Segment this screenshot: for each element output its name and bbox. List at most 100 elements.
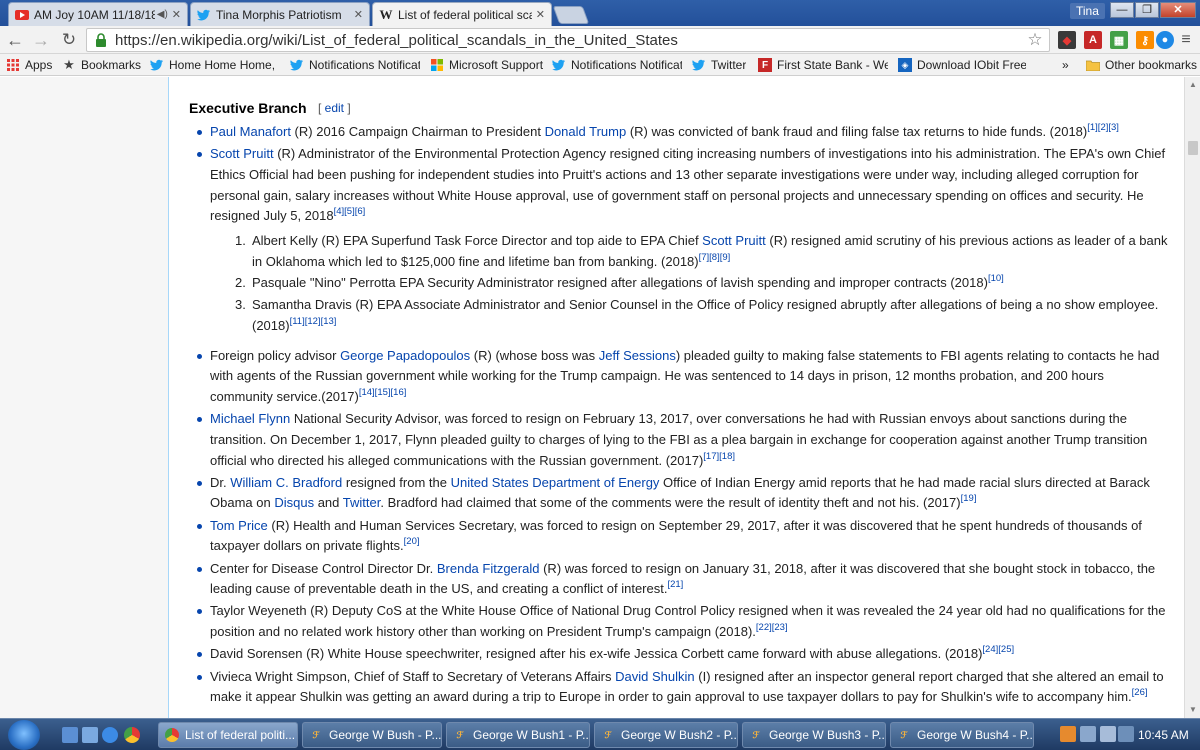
link-david-shulkin[interactable]: David Shulkin (615, 669, 695, 684)
back-arrow-icon[interactable]: ← (4, 30, 26, 50)
link-scott-pruitt[interactable]: Scott Pruitt (210, 146, 274, 161)
tab-wikipedia[interactable]: W List of federal political sca ✕ (372, 2, 552, 26)
link-paul-manafort[interactable]: Paul Manafort (210, 124, 291, 139)
link-donald-trump[interactable]: Donald Trump (545, 124, 627, 139)
taskbar-item-photoshop-5[interactable]: ℱ George W Bush4 - P... (890, 722, 1034, 748)
citation[interactable]: [22][23] (756, 622, 788, 633)
taskbar-item-photoshop-2[interactable]: ℱ George W Bush1 - P... (446, 722, 590, 748)
citation[interactable]: [7][8][9] (699, 252, 731, 263)
bookmark-label: » (1062, 58, 1069, 72)
tray-speaker-icon[interactable] (1100, 726, 1116, 742)
link-twitter[interactable]: Twitter (343, 495, 381, 510)
taskbar-item-label: List of federal politi... (185, 728, 296, 742)
folder-icon (1086, 58, 1100, 72)
start-button[interactable] (8, 720, 40, 750)
link-michael-flynn[interactable]: Michael Flynn (210, 411, 290, 426)
page-viewport: Executive Branch [ edit ] Paul Manafort … (0, 77, 1184, 718)
list-item: Center for Disease Control Director Dr. … (189, 559, 1169, 600)
link-tom-price[interactable]: Tom Price (210, 518, 268, 533)
citation[interactable]: [10] (988, 273, 1004, 284)
citation[interactable]: [21] (667, 579, 683, 590)
link-disqus[interactable]: Disqus (274, 495, 314, 510)
microsoft-icon (430, 58, 444, 72)
citation[interactable]: [26] (1132, 687, 1148, 698)
tab-am-joy[interactable]: AM Joy 10AM 11/18/18 ◀) ✕ (8, 2, 188, 26)
link-brenda-fitzgerald[interactable]: Brenda Fitzgerald (437, 561, 540, 576)
bookmark-microsoft-support[interactable]: Microsoft Support (430, 57, 543, 73)
bookmark-home[interactable]: Home Home Home, c (150, 57, 278, 73)
robot-extension-icon[interactable]: ● (1156, 31, 1174, 49)
profile-name[interactable]: Tina (1070, 3, 1105, 19)
photoshop-icon: ℱ (312, 729, 320, 740)
reload-icon[interactable]: ↻ (58, 30, 80, 50)
ublock-extension-icon[interactable]: ◆ (1058, 31, 1076, 49)
url-input[interactable] (115, 31, 1025, 49)
address-bar[interactable]: ☆ (86, 28, 1050, 52)
bookmark-notifications-2[interactable]: Notifications Notificat (552, 57, 682, 73)
link-department-of-energy[interactable]: United States Department of Energy (451, 475, 660, 490)
tab-tina-morphis[interactable]: Tina Morphis Patriotism ✕ (190, 2, 370, 26)
scroll-down-icon[interactable]: ▼ (1185, 702, 1200, 718)
citation[interactable]: [4][5][6] (334, 206, 366, 217)
taskbar-item-chrome[interactable]: List of federal politi... (158, 722, 298, 748)
tray-avast-icon[interactable] (1060, 726, 1076, 742)
bookmark-first-state-bank[interactable]: F First State Bank - Welc (758, 57, 888, 73)
link-george-papadopoulos[interactable]: George Papadopoulos (340, 348, 470, 363)
bookmark-label: First State Bank - Welc (777, 58, 888, 72)
citation[interactable]: [1][2][3] (1087, 122, 1119, 133)
citation[interactable]: [11][12][13] (290, 316, 337, 327)
bookmark-star-icon[interactable]: ☆ (1025, 30, 1045, 50)
show-desktop-icon[interactable] (62, 727, 78, 743)
link-scott-pruitt[interactable]: Scott Pruitt (702, 233, 766, 248)
bookmark-twitter[interactable]: Twitter (692, 57, 746, 73)
forward-arrow-icon[interactable]: → (30, 30, 52, 50)
taskbar-item-photoshop-1[interactable]: ℱ George W Bush - P... (302, 722, 442, 748)
link-jeff-sessions[interactable]: Jeff Sessions (599, 348, 676, 363)
bookmark-other[interactable]: Other bookmarks (1086, 57, 1197, 73)
list-item: Dr. William C. Bradford resigned from th… (189, 473, 1169, 514)
link-william-c-bradford[interactable]: William C. Bradford (230, 475, 342, 490)
menu-icon[interactable]: ≡ (1178, 31, 1194, 49)
star-icon: ★ (63, 57, 75, 72)
adobe-pdf-extension-icon[interactable]: A (1084, 31, 1102, 49)
citation[interactable]: [20] (404, 536, 420, 547)
close-tab-icon[interactable]: ✕ (354, 8, 363, 21)
internet-explorer-icon[interactable] (102, 727, 118, 743)
bookmarks-overflow-button[interactable]: » (1062, 57, 1069, 73)
taskbar-item-photoshop-3[interactable]: ℱ George W Bush2 - P... (594, 722, 738, 748)
close-tab-icon[interactable]: ✕ (536, 8, 545, 21)
bookmark-label: Other bookmarks (1105, 58, 1198, 72)
edit-link[interactable]: edit (325, 101, 344, 115)
citation[interactable]: [19] (961, 493, 977, 504)
tray-flag-icon[interactable] (1118, 726, 1134, 742)
bookmark-bookmarks[interactable]: ★ Bookmarks (62, 57, 141, 73)
citation[interactable]: [24][25] (982, 644, 1014, 655)
grid-extension-icon[interactable]: ▦ (1110, 31, 1128, 49)
scroll-thumb[interactable] (1188, 141, 1198, 155)
close-window-button[interactable]: ✕ (1160, 2, 1196, 18)
close-tab-icon[interactable]: ✕ (172, 8, 181, 21)
taskbar-clock[interactable]: 10:45 AM (1138, 728, 1189, 742)
twitter-icon (150, 58, 164, 72)
scandal-list: Paul Manafort (R) 2016 Campaign Chairman… (189, 122, 1169, 709)
bookmark-label: Bookmarks (81, 58, 142, 72)
minimize-button[interactable]: — (1110, 2, 1134, 18)
taskbar-item-label: George W Bush2 - P... (621, 728, 738, 742)
bookmark-apps[interactable]: Apps (6, 57, 52, 73)
bookmark-notifications-1[interactable]: Notifications Notificat (290, 57, 420, 73)
list-item: Vivieca Wright Simpson, Chief of Staff t… (189, 667, 1169, 708)
citation[interactable]: [17][18] (703, 451, 735, 462)
explorer-icon[interactable] (82, 727, 98, 743)
new-tab-button[interactable] (552, 6, 590, 24)
maximize-button[interactable]: ❐ (1135, 2, 1159, 18)
speaker-icon[interactable]: ◀) (157, 9, 168, 20)
tray-network-icon[interactable] (1080, 726, 1096, 742)
bookmark-iobit[interactable]: ◈ Download IObit Freew (898, 57, 1026, 73)
chrome-launch-icon[interactable] (124, 727, 140, 743)
citation[interactable]: [14][15][16] (359, 387, 407, 398)
sub-list-item: 1. Albert Kelly (R) EPA Superfund Task Fo… (235, 233, 1168, 269)
taskbar-item-photoshop-4[interactable]: ℱ George W Bush3 - P... (742, 722, 886, 748)
scroll-up-icon[interactable]: ▲ (1185, 77, 1200, 93)
vertical-scrollbar[interactable]: ▲ ▼ (1184, 77, 1200, 718)
key-extension-icon[interactable]: ⚷ (1136, 31, 1154, 49)
